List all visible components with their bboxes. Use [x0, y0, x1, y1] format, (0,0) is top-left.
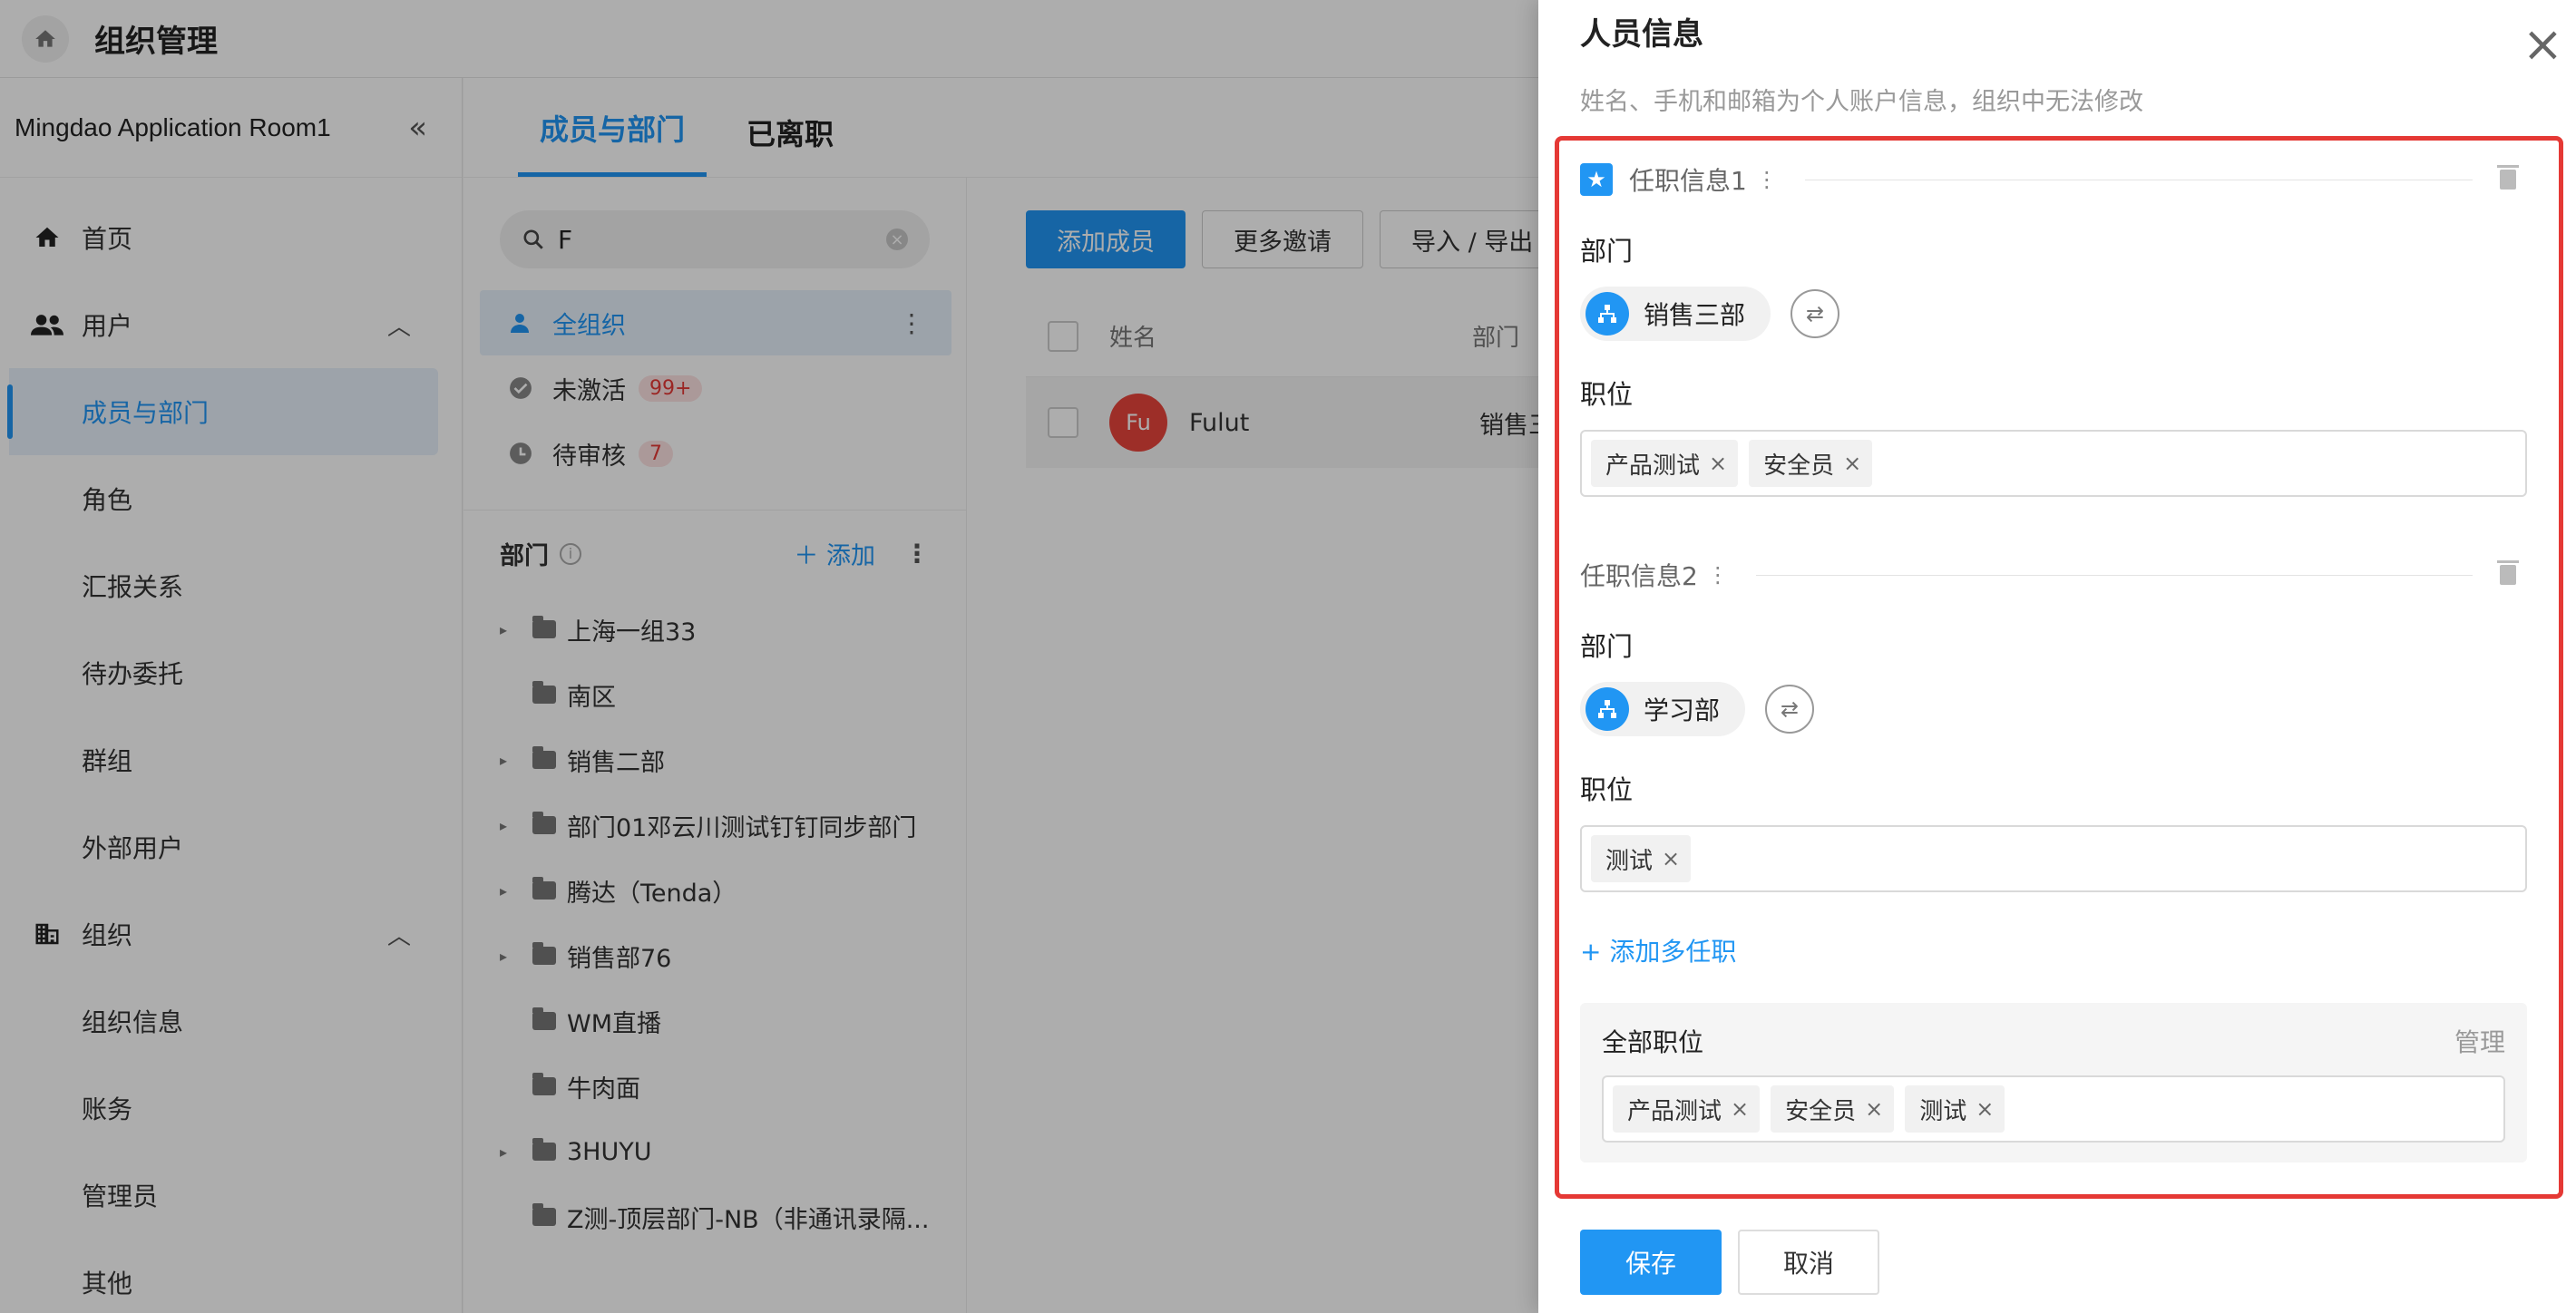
divider	[1755, 574, 2473, 576]
drawer-subtitle: 姓名、手机和邮箱为个人账户信息，组织中无法修改	[1580, 88, 2143, 116]
position-tag: 测试 ×	[1591, 835, 1692, 882]
modal-overlay[interactable]	[0, 0, 1538, 1313]
remove-icon[interactable]: ×	[1662, 846, 1680, 871]
tag-label: 安全员	[1785, 1097, 1857, 1125]
delete-icon[interactable]	[2497, 165, 2519, 190]
remove-icon[interactable]: ×	[1731, 1096, 1749, 1122]
job-section-1: ★ 任职信息1 ⋮ 部门 销售三部 ⇄ 职位 产品测试 × 安全员 ×	[1580, 161, 2527, 497]
job-title: 任职信息2	[1580, 561, 1698, 591]
tag-label: 测试	[1605, 847, 1654, 875]
more-icon[interactable]: ⋮	[1707, 562, 1729, 588]
cancel-button[interactable]: 取消	[1738, 1230, 1879, 1295]
position-tag: 产品测试 ×	[1591, 440, 1739, 487]
tag-label: 产品测试	[1627, 1097, 1722, 1125]
department-label: 部门	[1580, 236, 1634, 267]
department-chip[interactable]: 销售三部	[1580, 287, 1771, 341]
position-tag: 安全员 ×	[1771, 1085, 1895, 1133]
tag-label: 安全员	[1763, 452, 1835, 480]
person-info-drawer: 人员信息 × 姓名、手机和邮箱为个人账户信息，组织中无法修改 ★ 任职信息1 ⋮…	[1538, 0, 2576, 1313]
position-label: 职位	[1580, 379, 1634, 410]
org-chart-icon	[1586, 687, 1629, 731]
department-chip[interactable]: 学习部	[1580, 682, 1746, 736]
close-icon[interactable]: ×	[2522, 20, 2563, 69]
job-section-2: 任职信息2 ⋮ 部门 学习部 ⇄ 职位 测试 × + 添加多任职	[1580, 557, 2527, 968]
remove-icon[interactable]: ×	[1709, 451, 1727, 476]
position-tag: 安全员 ×	[1749, 440, 1873, 487]
department-row: 销售三部 ⇄	[1580, 287, 2527, 341]
all-positions-select[interactable]: 产品测试 × 安全员 × 测试 ×	[1602, 1075, 2505, 1143]
more-icon[interactable]: ⋮	[1756, 167, 1778, 192]
all-positions-panel: 全部职位 管理 产品测试 × 安全员 × 测试 ×	[1580, 1003, 2527, 1162]
department-row: 学习部 ⇄	[1580, 682, 2527, 736]
save-button[interactable]: 保存	[1580, 1230, 1722, 1295]
delete-icon[interactable]	[2497, 560, 2519, 585]
remove-icon[interactable]: ×	[1976, 1096, 1994, 1122]
department-name: 学习部	[1644, 695, 1721, 725]
swap-icon[interactable]: ⇄	[1765, 685, 1815, 734]
org-chart-icon	[1586, 292, 1629, 336]
tag-label: 产品测试	[1605, 452, 1701, 480]
position-select[interactable]: 产品测试 × 安全员 ×	[1580, 430, 2527, 497]
position-select[interactable]: 测试 ×	[1580, 825, 2527, 892]
drawer-footer: 保存 取消	[1580, 1230, 1879, 1295]
drawer-title: 人员信息	[1580, 16, 1703, 53]
department-name: 销售三部	[1644, 300, 1746, 330]
star-icon: ★	[1580, 163, 1613, 196]
position-tag: 测试 ×	[1905, 1085, 2005, 1133]
department-label: 部门	[1580, 631, 1634, 662]
position-label: 职位	[1580, 774, 1634, 805]
job-title: 任职信息1	[1629, 166, 1747, 196]
remove-icon[interactable]: ×	[1865, 1096, 1883, 1122]
job-section-header: 任职信息2 ⋮	[1580, 557, 2527, 593]
tag-label: 测试	[1919, 1097, 1967, 1125]
position-tag: 产品测试 ×	[1613, 1085, 1761, 1133]
job-section-header: ★ 任职信息1 ⋮	[1580, 161, 2527, 198]
add-more-jobs-button[interactable]: + 添加多任职	[1580, 932, 2527, 968]
swap-icon[interactable]: ⇄	[1791, 289, 1840, 338]
all-positions-label: 全部职位	[1602, 1027, 1704, 1057]
manage-link[interactable]: 管理	[2454, 1023, 2505, 1059]
remove-icon[interactable]: ×	[1843, 451, 1861, 476]
all-positions-header: 全部职位 管理	[1602, 1023, 2505, 1059]
